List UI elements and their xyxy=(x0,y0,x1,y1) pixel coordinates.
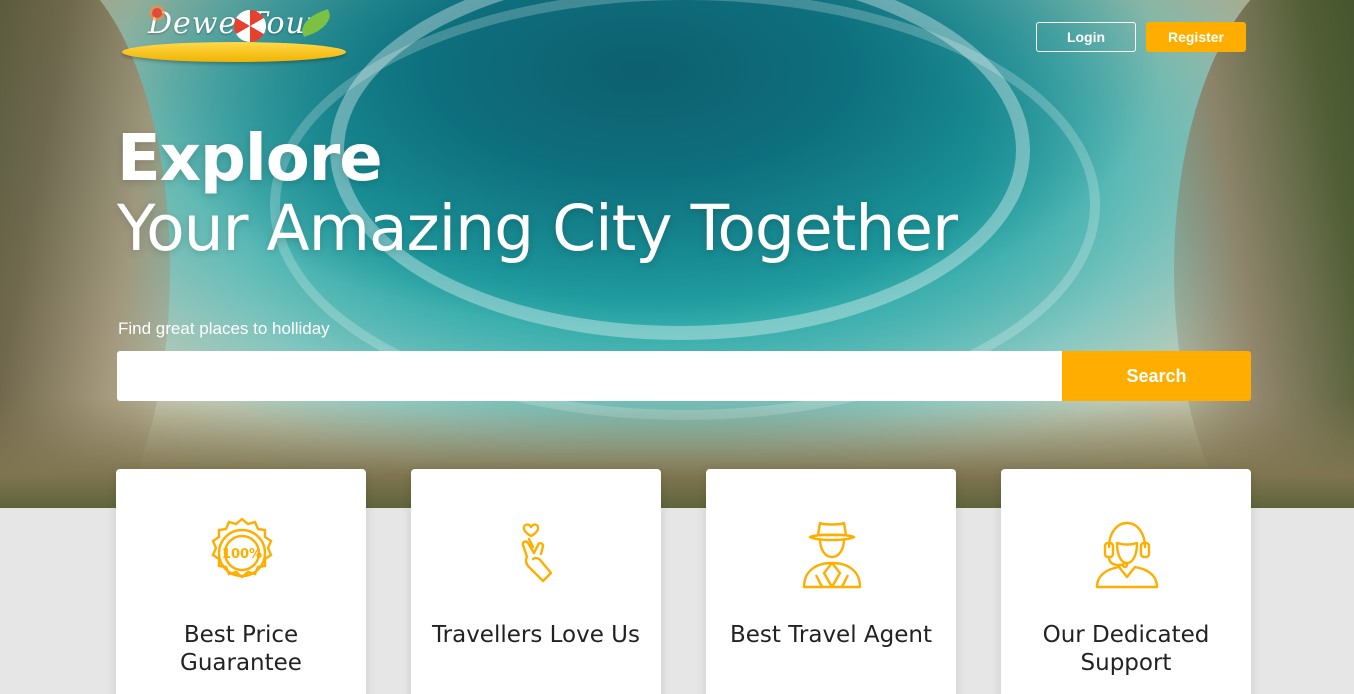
site-logo[interactable]: Dewe Tour xyxy=(122,6,348,62)
search-button[interactable]: Search xyxy=(1062,351,1251,401)
beach-ball-icon xyxy=(234,10,266,42)
finger-heart-icon xyxy=(521,523,553,583)
feature-card-price: 100% Best Price Guarantee xyxy=(116,469,366,694)
svg-text:100%: 100% xyxy=(222,547,262,562)
guarantee-badge-icon: 100% xyxy=(211,517,273,579)
travel-agent-icon xyxy=(802,521,862,589)
search-input[interactable] xyxy=(117,351,1062,401)
support-agent-icon xyxy=(1095,521,1159,589)
feature-title: Best Travel Agent xyxy=(729,622,932,648)
feature-card-support: Our Dedicated Support xyxy=(1001,469,1251,694)
logo-sand-shape xyxy=(122,42,346,62)
flower-icon xyxy=(152,8,162,18)
hero-title: Explore xyxy=(117,122,383,196)
feature-card-agent: Best Travel Agent xyxy=(706,469,956,694)
feature-card-love: Travellers Love Us xyxy=(411,469,661,694)
search-label: Find great places to holliday xyxy=(118,319,330,338)
feature-title: Our Dedicated Support xyxy=(1042,622,1210,676)
login-button[interactable]: Login xyxy=(1036,22,1136,52)
register-button[interactable]: Register xyxy=(1146,22,1246,52)
hero-subtitle: Your Amazing City Together xyxy=(117,192,958,265)
feature-title: Travellers Love Us xyxy=(431,622,641,648)
feature-title: Best Price Guarantee xyxy=(180,622,302,676)
